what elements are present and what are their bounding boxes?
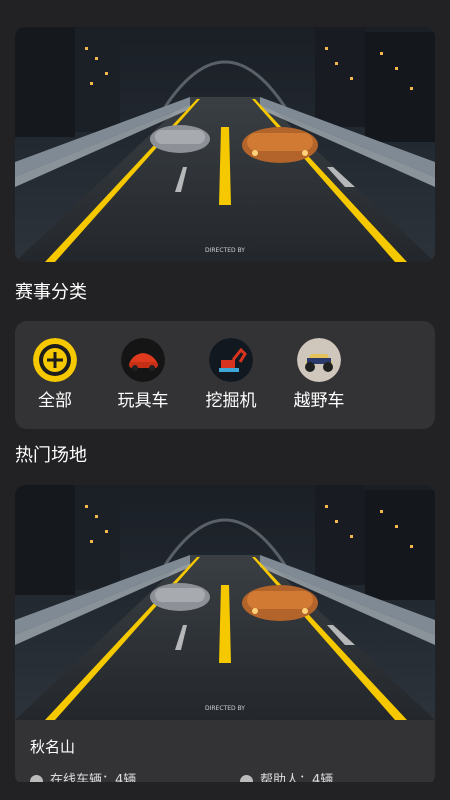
- category-label: 越野车: [293, 391, 345, 411]
- banner-image: DIRECTED BY: [15, 27, 435, 262]
- top-banner[interactable]: DIRECTED BY: [15, 27, 435, 262]
- popular-section-title: 热门场地: [15, 445, 87, 466]
- venue-card[interactable]: DIRECTED BY 秋名山 在线车辆：4辆 帮助人：4辆: [15, 485, 435, 785]
- excavator-icon: [209, 338, 253, 382]
- toy-car-icon: [121, 338, 165, 382]
- venue-name: 秋名山: [30, 738, 76, 756]
- category-item-all[interactable]: 全部: [15, 338, 95, 412]
- banner-caption: DIRECTED BY: [205, 247, 245, 254]
- category-item-offroad[interactable]: 越野车: [279, 338, 359, 412]
- category-item-excavator[interactable]: 挖掘机: [191, 338, 271, 412]
- venue-image: DIRECTED BY: [15, 485, 435, 720]
- category-list: 全部 玩具车 挖掘机 越野车: [15, 321, 435, 429]
- category-label: 玩具车: [117, 391, 169, 411]
- categories-section-title: 赛事分类: [15, 282, 87, 303]
- offroad-car-icon: [297, 338, 341, 382]
- app-screen: DIRECTED BY 赛事分类 全部 玩具车 挖掘机 越野车 热门场地 DIR…: [0, 0, 450, 800]
- category-label: 挖掘机: [205, 391, 257, 411]
- venue-image-caption: DIRECTED BY: [205, 705, 245, 712]
- bottom-fade: [0, 782, 450, 800]
- category-label: 全部: [38, 391, 72, 411]
- all-badge-icon: [33, 338, 77, 382]
- category-item-toy-car[interactable]: 玩具车: [103, 338, 183, 412]
